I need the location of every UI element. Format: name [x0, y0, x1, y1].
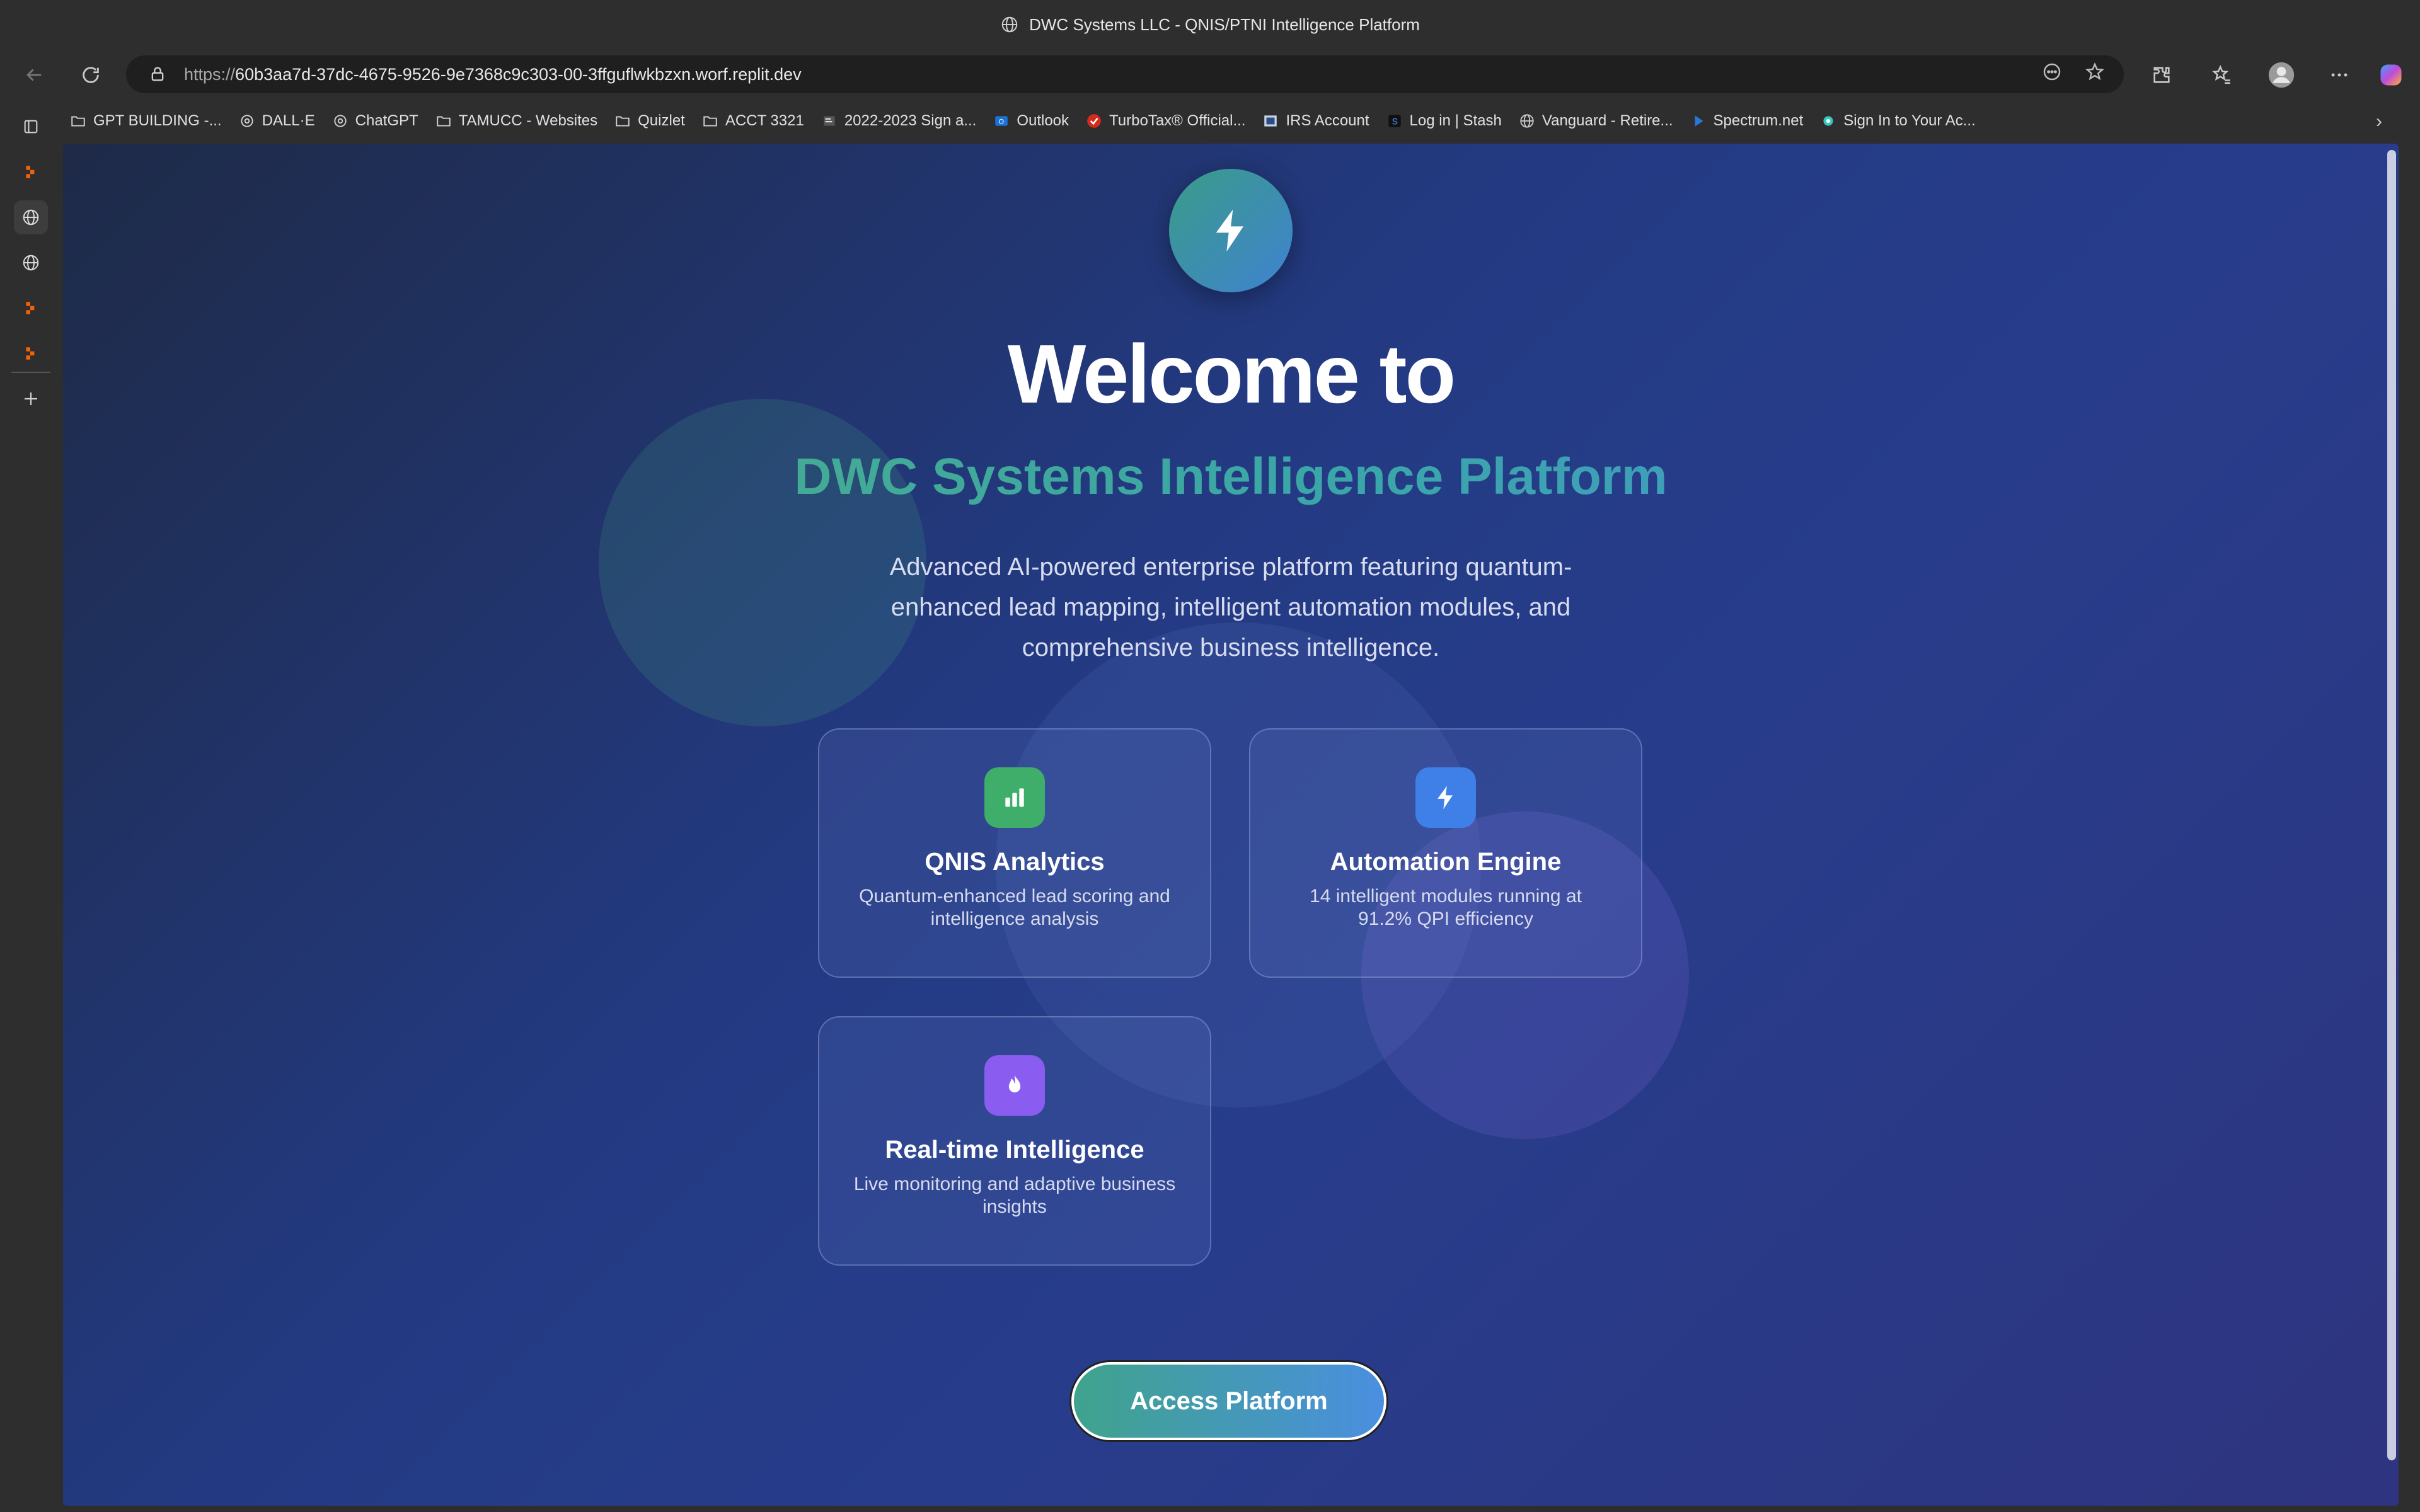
- web-page: Welcome to DWC Systems Intelligence Plat…: [63, 144, 2399, 1506]
- bookmark-item[interactable]: DALL·E: [238, 112, 315, 130]
- bookmark-item[interactable]: GPT BUILDING -...: [69, 112, 222, 130]
- bookmark-item[interactable]: Sign In to Your Ac...: [1819, 112, 1976, 130]
- feature-card-automation-engine[interactable]: Automation Engine 14 intelligent modules…: [1249, 728, 1642, 978]
- sidebar-divider: [11, 372, 50, 373]
- tab-replit-icon[interactable]: [14, 336, 48, 370]
- play-icon: [1690, 112, 1707, 130]
- new-tab-plus-icon[interactable]: [14, 382, 48, 416]
- bookmark-item[interactable]: TAMUCC - Websites: [435, 112, 597, 130]
- tab-globe-icon[interactable]: [14, 246, 48, 280]
- reload-button[interactable]: [72, 56, 110, 94]
- folder-icon: [614, 112, 631, 130]
- spark-icon: [1819, 112, 1837, 130]
- bolt-icon: [1415, 767, 1476, 828]
- bookmark-item[interactable]: TurboTax® Official...: [1085, 112, 1245, 130]
- bookmark-item[interactable]: Spectrum.net: [1690, 112, 1803, 130]
- page-scrollbar[interactable]: [2387, 150, 2396, 1460]
- lock-icon: [151, 67, 164, 81]
- bookmarks-bar: GPT BUILDING -... DALL·E ChatGPT TAMUCC …: [69, 105, 1992, 137]
- tab-replit-icon[interactable]: [14, 291, 48, 325]
- title-bar: DWC Systems LLC - QNIS/PTNI Intelligence…: [0, 0, 2420, 49]
- reload-icon: [83, 67, 99, 83]
- lightning-bolt-icon: [1216, 209, 1243, 252]
- platform-logo: [1169, 169, 1293, 292]
- window-title: DWC Systems LLC - QNIS/PTNI Intelligence…: [1029, 14, 1420, 34]
- puzzle-icon: [2153, 67, 2170, 83]
- back-arrow-icon: [26, 69, 42, 81]
- stash-icon: S: [1386, 112, 1403, 130]
- hero-description: Advanced AI-powered enterprise platform …: [889, 553, 1572, 662]
- url-host: 60b3aa7d-37dc-4675-9526-9e7368c9c303-00-…: [235, 64, 802, 84]
- bookmark-item[interactable]: O Outlook: [993, 112, 1069, 130]
- address-bar[interactable]: https://60b3aa7d-37dc-4675-9526-9e7368c9…: [126, 55, 2124, 93]
- welcome-heading: Welcome to: [1007, 328, 1456, 420]
- svg-text:S: S: [1392, 116, 1397, 126]
- avatar-icon: [2268, 62, 2295, 88]
- bookmark-item[interactable]: ChatGPT: [331, 112, 418, 130]
- favorites-button[interactable]: [2203, 56, 2241, 94]
- chart-icon: [984, 767, 1045, 828]
- favorites-list-icon: [2212, 65, 2230, 84]
- openai-icon: [238, 112, 256, 130]
- doc-icon: [821, 112, 838, 130]
- extensions-button[interactable]: [2143, 56, 2181, 94]
- globe-icon: [1001, 16, 1018, 33]
- favorite-star-icon[interactable]: [2085, 62, 2105, 82]
- irs-icon: [1262, 112, 1279, 130]
- svg-text:O: O: [999, 118, 1004, 125]
- globe-icon: [1518, 112, 1536, 130]
- copilot-icon: [2380, 64, 2402, 86]
- access-platform-button[interactable]: Access Platform: [1071, 1362, 1386, 1440]
- back-button[interactable]: [15, 56, 53, 94]
- more-menu-button[interactable]: [2320, 56, 2358, 94]
- feature-description: Live monitoring and adaptive business in…: [853, 1174, 1176, 1217]
- feature-title: QNIS Analytics: [925, 848, 1105, 876]
- browser-window: DWC Systems LLC - QNIS/PTNI Intelligence…: [0, 0, 2420, 1512]
- ellipsis-icon: [2331, 73, 2348, 77]
- flame-icon: [984, 1055, 1045, 1116]
- bookmarks-overflow-chevron-icon[interactable]: ›: [2376, 111, 2382, 132]
- bookmark-item[interactable]: IRS Account: [1262, 112, 1369, 130]
- bookmark-item[interactable]: Vanguard - Retire...: [1518, 112, 1673, 130]
- folder-icon: [69, 112, 87, 130]
- vertical-tabs-sidebar: [0, 101, 62, 1512]
- turbotax-icon: [1085, 112, 1103, 130]
- bookmark-item[interactable]: Quizlet: [614, 112, 685, 130]
- reader-mode-icon[interactable]: [2042, 62, 2062, 82]
- profile-button[interactable]: [2262, 56, 2300, 94]
- bookmark-item[interactable]: 2022-2023 Sign a...: [821, 112, 976, 130]
- tab-actions-icon[interactable]: [14, 110, 48, 144]
- feature-description: 14 intelligent modules running at 91.2% …: [1310, 886, 1582, 929]
- feature-title: Automation Engine: [1330, 848, 1562, 876]
- platform-title: DWC Systems Intelligence Platform: [63, 447, 2399, 507]
- folder-icon: [435, 112, 452, 130]
- feature-description: Quantum-enhanced lead scoring and intell…: [859, 886, 1170, 929]
- openai-icon: [331, 112, 349, 130]
- feature-card-qnis-analytics[interactable]: QNIS Analytics Quantum-enhanced lead sco…: [818, 728, 1211, 978]
- url-protocol: https://: [184, 64, 236, 84]
- bookmark-item[interactable]: S Log in | Stash: [1386, 112, 1502, 130]
- tab-globe-icon[interactable]: [14, 200, 48, 234]
- folder-icon: [701, 112, 719, 130]
- toolbar: https://60b3aa7d-37dc-4675-9526-9e7368c9…: [0, 52, 2420, 98]
- feature-title: Real-time Intelligence: [885, 1136, 1144, 1164]
- bookmark-item[interactable]: ACCT 3321: [701, 112, 804, 130]
- feature-card-real-time-intelligence[interactable]: Real-time Intelligence Live monitoring a…: [818, 1016, 1211, 1266]
- outlook-icon: O: [993, 112, 1010, 130]
- tab-replit-icon[interactable]: [14, 155, 48, 189]
- copilot-button[interactable]: [2372, 56, 2410, 94]
